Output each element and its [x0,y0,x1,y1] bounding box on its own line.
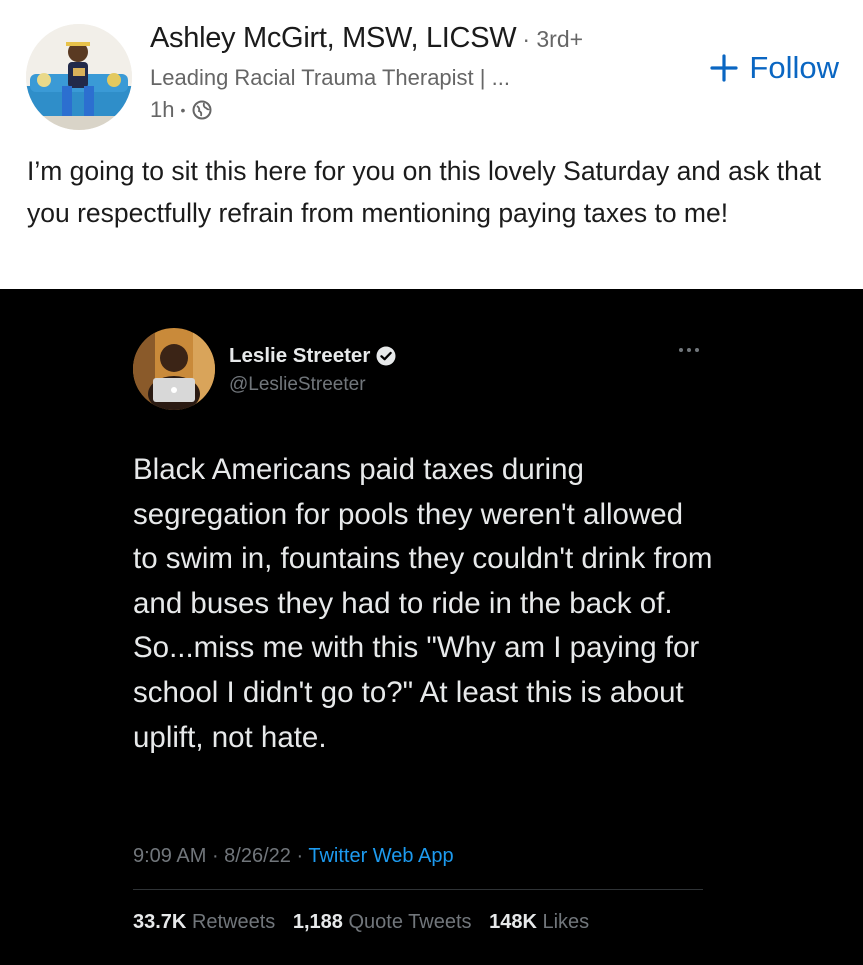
meta-dot: • [180,102,186,118]
author-avatar[interactable] [26,24,132,130]
tweet-author-name: Leslie Streeter [229,344,371,367]
tweet-divider [133,889,703,890]
tweet-time: 9:09 AM [133,845,207,867]
retweets-label: Retweets [191,911,276,933]
post-time: 1h [150,97,175,122]
tweet-handle: @LeslieStreeter [229,374,366,395]
tweet-meta-sep-2: · [290,845,309,867]
likes-count: 148K [489,911,537,933]
tweet-meta-sep: · [206,845,225,867]
post-meta: 1h • [150,97,583,123]
author-block: Ashley McGirt, MSW, LICSW · 3rd+ Leading… [150,22,583,123]
more-icon [679,348,699,352]
tweet-meta: 9:09 AM · 8/26/22 · Twitter Web App [133,845,454,868]
author-name[interactable]: Ashley McGirt, MSW, LICSW [150,22,517,55]
tweet-avatar [133,328,215,410]
tweet-name-line: Leslie Streeter [229,344,396,368]
verified-icon [376,346,396,366]
globe-icon [192,100,212,120]
quote-tweets-label: Quote Tweets [348,911,472,933]
tweet-source: Twitter Web App [308,845,454,867]
author-avatar-image [26,24,132,130]
author-headline[interactable]: Leading Racial Trauma Therapist | ... [150,65,583,91]
tweet-avatar-image [133,328,215,410]
likes-label: Likes [542,911,590,933]
post-header: Ashley McGirt, MSW, LICSW · 3rd+ Leading… [0,0,863,140]
tweet-stats: 33.7K Retweets 1,188 Quote Tweets 148K L… [133,911,601,934]
follow-button[interactable]: Follow [709,50,839,86]
retweets-count: 33.7K [133,911,187,933]
quote-tweets-count: 1,188 [292,911,343,933]
plus-icon [710,54,739,82]
tweet-text: Black Americans paid taxes during segreg… [133,453,713,754]
tweet-date: 8/26/22 [224,845,291,867]
post-text: I’m going to sit this here for you on th… [27,156,821,228]
author-line: Ashley McGirt, MSW, LICSW · 3rd+ [150,22,583,55]
connection-degree: · 3rd+ [522,26,584,52]
follow-label: Follow [749,50,839,85]
